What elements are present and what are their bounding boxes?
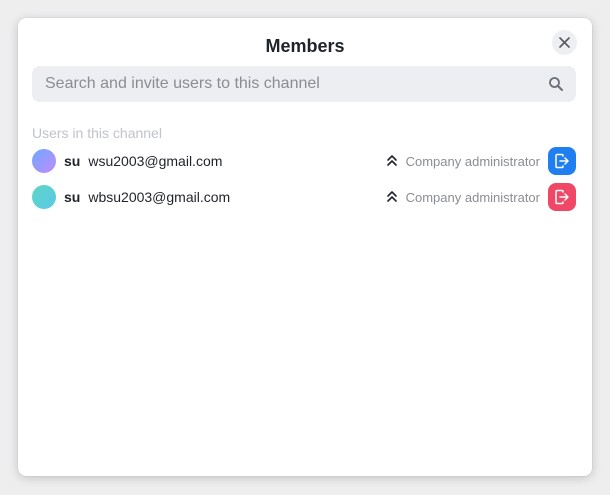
double-chevron-up-icon xyxy=(386,191,397,202)
member-role: Company administrator xyxy=(386,143,540,179)
member-list: su wsu2003@gmail.com Company administrat… xyxy=(32,143,576,215)
role-label: Company administrator xyxy=(405,153,540,169)
search-box xyxy=(32,66,576,102)
member-row: su wbsu2003@gmail.com Company administra… xyxy=(32,179,576,215)
member-email: wsu2003@gmail.com xyxy=(88,153,223,169)
member-email: wbsu2003@gmail.com xyxy=(88,189,231,205)
leave-icon xyxy=(555,153,569,169)
dialog-title: Members xyxy=(265,36,345,56)
close-button[interactable] xyxy=(552,30,577,55)
role-label: Company administrator xyxy=(405,189,540,205)
search-icon[interactable] xyxy=(548,76,564,92)
member-role: Company administrator xyxy=(386,179,540,215)
leave-channel-button[interactable] xyxy=(548,147,576,175)
member-name: su xyxy=(64,153,81,169)
close-icon xyxy=(559,37,570,48)
section-label: Users in this channel xyxy=(32,125,162,141)
avatar xyxy=(32,149,56,173)
member-row: su wsu2003@gmail.com Company administrat… xyxy=(32,143,576,179)
leave-channel-button[interactable] xyxy=(548,183,576,211)
member-name: su xyxy=(64,189,81,205)
members-dialog: Members Users in this channel su wsu2003… xyxy=(18,18,592,476)
leave-icon xyxy=(555,189,569,205)
double-chevron-up-icon xyxy=(386,155,397,166)
avatar xyxy=(32,185,56,209)
search-input[interactable] xyxy=(32,66,532,102)
